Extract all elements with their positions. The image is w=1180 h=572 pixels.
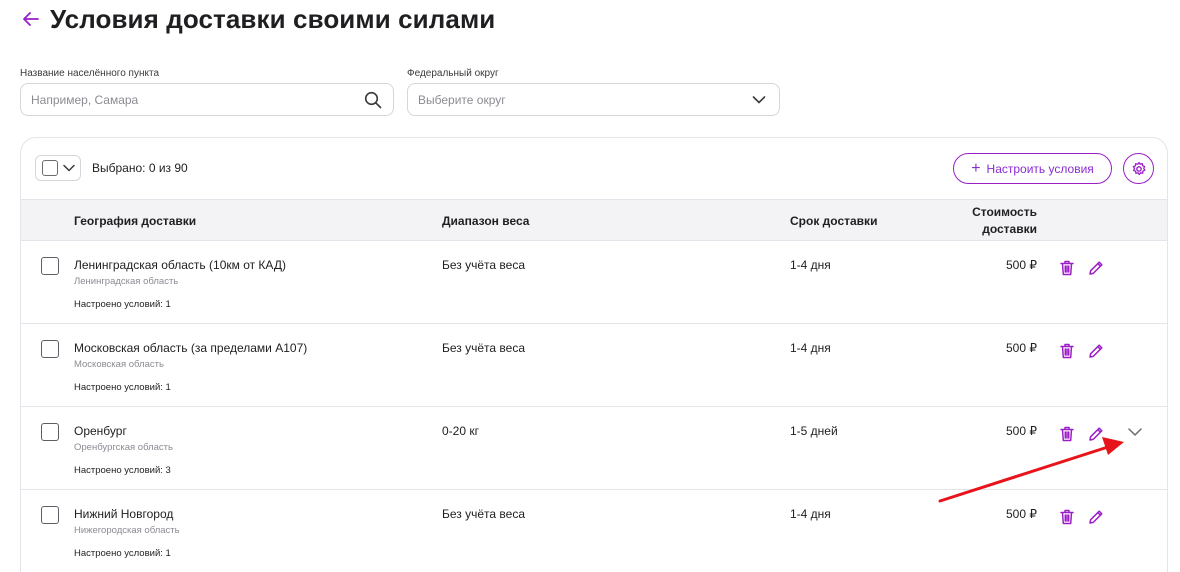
gear-icon[interactable] (1123, 153, 1154, 184)
table-row: Нижний Новгород Нижегородская область На… (21, 491, 1167, 572)
table-toolbar: Выбрано: 0 из 90 + Настроить условия (21, 138, 1167, 198)
row-checkbox[interactable] (41, 340, 59, 358)
arrow-left-icon[interactable] (22, 10, 40, 28)
configure-conditions-button[interactable]: + Настроить условия (953, 153, 1112, 184)
district-filter-label: Федеральный округ (407, 68, 499, 79)
trash-icon[interactable] (1057, 507, 1077, 527)
row-conditions-count: Настроено условий: 1 (74, 299, 171, 310)
row-region: Московская область (74, 359, 164, 370)
city-search-placeholder: Например, Самара (31, 92, 139, 107)
row-checkbox[interactable] (41, 506, 59, 524)
row-region: Нижегородская область (74, 525, 180, 536)
district-select-placeholder: Выберите округ (418, 92, 506, 107)
city-filter-label: Название населённого пункта (20, 68, 160, 79)
trash-icon[interactable] (1057, 258, 1077, 278)
row-weight: Без учёта веса (442, 507, 526, 521)
pencil-icon[interactable] (1086, 341, 1106, 361)
pencil-icon[interactable] (1086, 507, 1106, 527)
column-header-cost-line2: доставки (982, 222, 1037, 236)
table-header: География доставки Диапазон веса Срок до… (21, 199, 1167, 241)
row-checkbox[interactable] (41, 257, 59, 275)
table-row: Оренбург Оренбургская область Настроено … (21, 408, 1167, 490)
chevron-down-icon (749, 90, 769, 110)
row-weight: Без учёта веса (442, 341, 526, 355)
table-row: Ленинградская область (10км от КАД) Лени… (21, 242, 1167, 324)
column-header-cost-line1: Стоимость (972, 205, 1037, 219)
trash-icon[interactable] (1057, 424, 1077, 444)
row-geo: Оренбург (74, 424, 127, 438)
select-all-checkbox[interactable] (42, 160, 58, 176)
row-term: 1-5 дней (790, 424, 838, 438)
configure-conditions-label: Настроить условия (986, 161, 1094, 176)
row-weight: 0-20 кг (442, 424, 479, 438)
conditions-table-card: Выбрано: 0 из 90 + Настроить условия Гео… (20, 137, 1168, 572)
row-region: Оренбургская область (74, 442, 173, 453)
pencil-icon[interactable] (1086, 424, 1106, 444)
row-region: Ленинградская область (74, 276, 179, 287)
table-row: Московская область (за пределами А107) М… (21, 325, 1167, 407)
district-select[interactable]: Выберите округ (407, 83, 780, 116)
column-header-term[interactable]: Срок доставки (790, 214, 877, 228)
row-cost: 500 ₽ (1006, 424, 1037, 438)
row-weight: Без учёта веса (442, 258, 526, 272)
row-conditions-count: Настроено условий: 3 (74, 465, 171, 476)
city-search-input[interactable]: Например, Самара (20, 83, 394, 116)
search-icon[interactable] (363, 90, 383, 110)
row-geo: Московская область (за пределами А107) (74, 341, 308, 355)
row-term: 1-4 дня (790, 507, 831, 521)
row-cost: 500 ₽ (1006, 341, 1037, 355)
selected-count: Выбрано: 0 из 90 (92, 161, 188, 175)
row-geo: Ленинградская область (10км от КАД) (74, 258, 286, 272)
plus-icon: + (971, 159, 981, 177)
row-term: 1-4 дня (790, 341, 831, 355)
column-header-geo[interactable]: География доставки (74, 214, 196, 228)
column-header-weight[interactable]: Диапазон веса (442, 214, 529, 228)
row-conditions-count: Настроено условий: 1 (74, 382, 171, 393)
page-title: Условия доставки своими силами (50, 3, 496, 34)
row-geo: Нижний Новгород (74, 507, 174, 521)
expand-row-chevron-icon[interactable] (1125, 422, 1145, 442)
pencil-icon[interactable] (1086, 258, 1106, 278)
row-checkbox[interactable] (41, 423, 59, 441)
select-all-dropdown[interactable] (35, 155, 81, 181)
chevron-down-icon[interactable] (62, 161, 76, 175)
row-cost: 500 ₽ (1006, 258, 1037, 272)
row-conditions-count: Настроено условий: 1 (74, 548, 171, 559)
page-header: Условия доставки своими силами (22, 2, 495, 36)
trash-icon[interactable] (1057, 341, 1077, 361)
row-cost: 500 ₽ (1006, 507, 1037, 521)
row-term: 1-4 дня (790, 258, 831, 272)
column-header-cost[interactable]: Стоимость доставки (951, 204, 1037, 238)
